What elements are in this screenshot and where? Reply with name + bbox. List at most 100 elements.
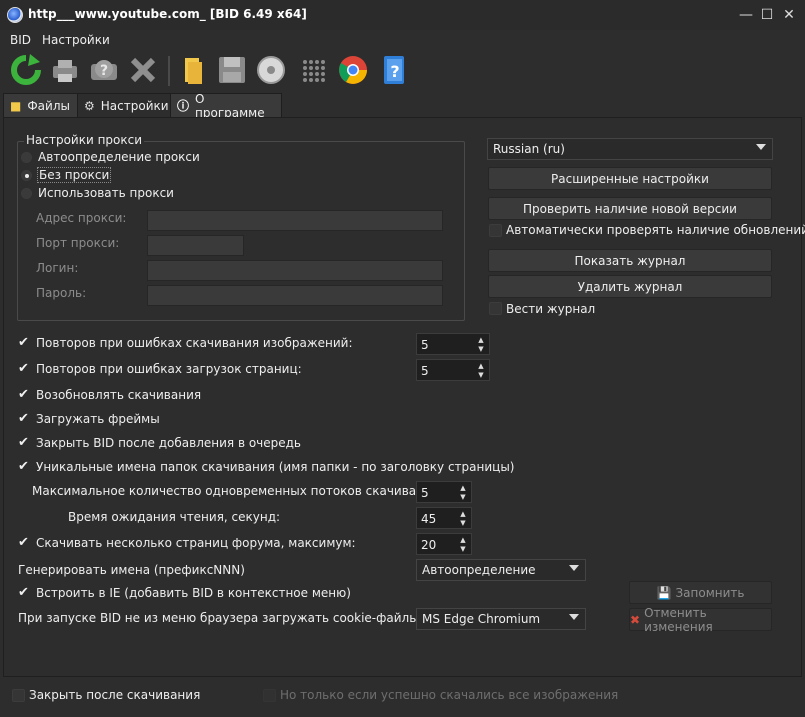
save-icon: 💾 (656, 585, 672, 600)
proxy-auto-label: Автоопределение прокси (38, 150, 200, 164)
gen-names-value: Автоопределение (422, 563, 536, 577)
close-after-queue-label: Закрыть BID после добавления в очередь (36, 436, 302, 450)
ie-integration-label: Встроить в IE (добавить BID в контекстно… (36, 586, 351, 600)
proxy-use-radio[interactable] (21, 188, 32, 199)
keep-log-label: Вести журнал (506, 302, 596, 316)
stepper-up-icon[interactable]: ▲ (476, 336, 486, 344)
page-retries-checkbox[interactable]: ✔ (18, 362, 32, 376)
app-icon (7, 7, 23, 23)
cancel-changes-button[interactable]: ✖ Отменить изменения (629, 605, 772, 634)
folder-icon: ■ (10, 98, 22, 113)
ie-integration-checkbox[interactable]: ✔ (18, 586, 32, 600)
forum-pages-value: 20 (421, 538, 437, 552)
folder-icon[interactable] (175, 52, 211, 88)
stepper-down-icon[interactable]: ▼ (458, 493, 468, 501)
read-timeout-stepper[interactable]: 45 ▲ ▼ (416, 507, 472, 529)
forum-pages-checkbox[interactable]: ✔ (18, 536, 32, 550)
save-icon[interactable] (214, 52, 250, 88)
advanced-settings-button[interactable]: Расширенные настройки (488, 167, 772, 190)
img-retries-label: Повторов при ошибках скачивания изображе… (36, 336, 353, 350)
cancel-icon: ✖ (630, 612, 641, 627)
read-timeout-value: 45 (421, 512, 437, 526)
forum-pages-label: Скачивать несколько страниц форума, макс… (36, 536, 356, 550)
close-icon[interactable]: ✕ (780, 6, 798, 24)
language-select[interactable]: Russian (ru) (487, 138, 773, 160)
proxy-password-field[interactable] (147, 285, 443, 306)
language-select-value: Russian (ru) (493, 142, 565, 156)
help-disk-icon[interactable]: ? (86, 52, 122, 88)
tab-settings-label: Настройки (100, 98, 169, 113)
tab-about[interactable]: ⓘ О программе (170, 91, 282, 120)
img-retries-checkbox[interactable]: ✔ (18, 336, 32, 350)
chevron-down-icon (756, 144, 766, 150)
save-button-label: Запомнить (675, 585, 745, 600)
check-version-button[interactable]: Проверить наличие новой версии (488, 197, 772, 220)
tab-files[interactable]: ■ Файлы (3, 93, 78, 118)
grid-icon[interactable] (295, 52, 331, 88)
refresh-icon[interactable] (8, 52, 44, 88)
resume-checkbox[interactable]: ✔ (18, 388, 32, 402)
gear-icon: ⚙ (84, 98, 95, 113)
proxy-address-field[interactable] (147, 210, 443, 231)
frames-checkbox[interactable]: ✔ (18, 412, 32, 426)
img-retries-stepper[interactable]: 5 ▲ ▼ (416, 333, 490, 355)
stepper-up-icon[interactable]: ▲ (458, 484, 468, 492)
proxy-none-label: Без прокси (36, 167, 112, 183)
unique-names-checkbox[interactable]: ✔ (18, 460, 32, 474)
disc-icon[interactable] (253, 52, 289, 88)
forum-pages-stepper[interactable]: 20 ▲ ▼ (416, 533, 472, 555)
auto-check-updates-label: Автоматически проверять наличие обновлен… (506, 223, 805, 237)
tab-settings[interactable]: ⚙ Настройки (77, 93, 171, 118)
gen-names-select[interactable]: Автоопределение (416, 559, 586, 581)
cookies-select[interactable]: MS Edge Chromium (416, 608, 586, 630)
auto-check-updates-checkbox[interactable] (489, 224, 502, 237)
stepper-up-icon[interactable]: ▲ (476, 362, 486, 370)
maximize-icon[interactable]: ☐ (758, 6, 776, 24)
img-retries-value: 5 (421, 338, 429, 352)
stepper-down-icon[interactable]: ▼ (476, 371, 486, 379)
cookies-label: При запуске BID не из меню браузера загр… (18, 611, 441, 625)
delete-icon[interactable] (125, 52, 161, 88)
close-after-download-checkbox[interactable] (12, 689, 25, 702)
read-timeout-label: Время ожидания чтения, секунд: (68, 510, 281, 524)
menu-bid[interactable]: BID (10, 33, 31, 47)
keep-log-checkbox[interactable] (489, 302, 502, 315)
toolbar-separator (168, 56, 170, 86)
proxy-none-radio[interactable] (21, 170, 32, 181)
close-after-queue-checkbox[interactable]: ✔ (18, 436, 32, 450)
proxy-password-label: Пароль: (36, 286, 87, 300)
resume-label: Возобновлять скачивания (36, 388, 202, 402)
stepper-up-icon[interactable]: ▲ (458, 510, 468, 518)
stepper-up-icon[interactable]: ▲ (458, 536, 468, 544)
max-threads-value: 5 (421, 486, 429, 500)
cookies-value: MS Edge Chromium (422, 612, 541, 626)
only-if-success-checkbox[interactable] (263, 689, 276, 702)
save-button[interactable]: 💾 Запомнить (629, 581, 772, 604)
chrome-icon[interactable] (335, 52, 371, 88)
stepper-down-icon[interactable]: ▼ (476, 345, 486, 353)
delete-log-button[interactable]: Удалить журнал (488, 275, 772, 298)
tab-about-label: О программе (195, 91, 265, 120)
cancel-changes-label: Отменить изменения (644, 605, 713, 634)
max-threads-stepper[interactable]: 5 ▲ ▼ (416, 481, 472, 503)
minimize-icon[interactable]: — (737, 6, 755, 24)
page-retries-label: Повторов при ошибках загрузок страниц: (36, 362, 302, 376)
help-book-icon[interactable]: ? (376, 52, 412, 88)
proxy-auto-radio[interactable] (21, 152, 32, 163)
stepper-down-icon[interactable]: ▼ (458, 519, 468, 527)
only-if-success-label: Но только если успешно скачались все изо… (280, 688, 619, 702)
proxy-legend: Настройки прокси (24, 133, 145, 147)
info-icon: ⓘ (177, 99, 190, 113)
proxy-login-field[interactable] (147, 260, 443, 281)
max-threads-label: Максимальное количество одновременных по… (32, 484, 444, 498)
show-log-button[interactable]: Показать журнал (488, 249, 772, 272)
proxy-port-field[interactable] (147, 235, 244, 256)
gen-names-label: Генерировать имена (префиксNNN) (18, 563, 245, 577)
stepper-down-icon[interactable]: ▼ (458, 545, 468, 553)
chevron-down-icon (569, 614, 579, 620)
svg-text:?: ? (390, 62, 399, 81)
page-retries-stepper[interactable]: 5 ▲ ▼ (416, 359, 490, 381)
unique-names-label: Уникальные имена папок скачивания (имя п… (36, 460, 515, 474)
menu-settings[interactable]: Настройки (42, 33, 110, 47)
printer-icon[interactable] (47, 52, 83, 88)
